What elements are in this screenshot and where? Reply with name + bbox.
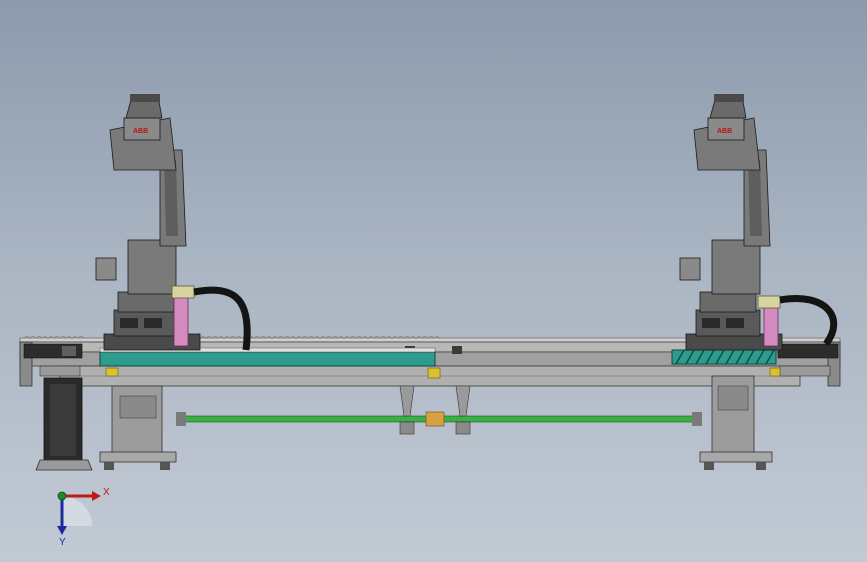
axis-motor-icon xyxy=(95,257,117,281)
left-robot-brand: ABB xyxy=(133,128,148,135)
limit-block-left xyxy=(105,367,119,377)
left-end-support xyxy=(35,377,93,471)
left-carriage xyxy=(99,347,436,367)
z-axis-dot xyxy=(57,491,67,501)
y-axis-label: Y xyxy=(59,537,66,548)
coordinate-triad: X Y xyxy=(57,487,110,548)
left-leg xyxy=(99,385,177,470)
limit-block-right xyxy=(769,367,781,377)
right-leg xyxy=(699,375,773,470)
right-robot[interactable]: ABB xyxy=(679,94,838,351)
shaft-coupling xyxy=(425,411,445,427)
right-carriage xyxy=(671,349,777,365)
limit-block-mid xyxy=(427,367,441,379)
x-axis-label: X xyxy=(103,487,110,498)
cad-viewport[interactable]: ABB ABB X Y xyxy=(0,0,867,562)
right-robot-brand: ABB xyxy=(717,128,732,135)
cad-scene: ABB ABB X Y xyxy=(19,94,841,548)
drive-shaft xyxy=(176,385,702,435)
left-robot[interactable]: ABB xyxy=(95,94,251,351)
